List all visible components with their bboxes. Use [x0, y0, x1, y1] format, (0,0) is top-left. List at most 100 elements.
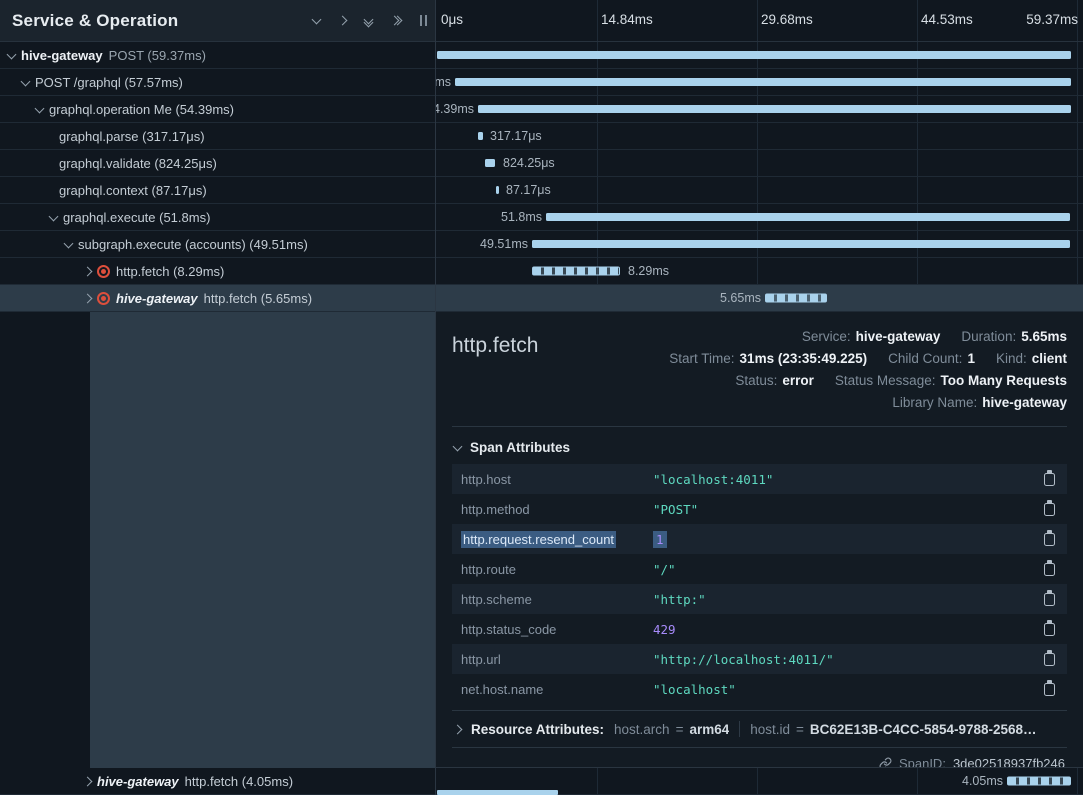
span-duration-bar[interactable]: [437, 51, 1071, 59]
link-icon[interactable]: [879, 757, 892, 768]
attribute-key: http.method: [461, 502, 653, 517]
span-row[interactable]: graphql.execute (51.8ms) 51.8ms: [0, 204, 1083, 231]
span-timeline-cell: 87.17μs: [435, 177, 1083, 203]
caret-down-icon[interactable]: [7, 49, 17, 59]
attribute-value: "http:": [653, 592, 706, 607]
attribute-row[interactable]: http.url "http://localhost:4011/": [452, 644, 1067, 674]
attribute-value: "/": [653, 562, 676, 577]
panel-resize-handle[interactable]: [420, 15, 427, 26]
span-attributes-table: http.host "localhost:4011" http.method "…: [452, 464, 1067, 704]
ruler-tick: 0μs: [441, 12, 463, 27]
span-row[interactable]: http.fetch (8.29ms) 8.29ms: [0, 258, 1083, 285]
resource-attribute: host.arch = arm64: [614, 722, 729, 737]
span-timeline-cell: 5.65ms: [435, 285, 1083, 311]
library-name-label: Library Name:: [892, 392, 977, 414]
span-label: graphql.parse (317.17μs): [59, 129, 205, 144]
span-timeline-cell: 824.25μs: [435, 150, 1083, 176]
span-duration-bar[interactable]: [546, 213, 1070, 221]
span-id-row: SpanID: 3de02518937fb246: [452, 747, 1067, 768]
span-tree-cell: graphql.execute (51.8ms): [0, 204, 435, 230]
attribute-key: http.scheme: [461, 592, 653, 607]
span-duration-bar[interactable]: [1007, 777, 1071, 786]
ruler-tick: 59.37ms: [1026, 12, 1078, 27]
span-duration-bar[interactable]: [765, 294, 827, 303]
resource-attributes-row[interactable]: Resource Attributes: host.arch = arm64 h…: [452, 710, 1067, 747]
span-row[interactable]: subgraph.execute (accounts) (49.51ms) 49…: [0, 231, 1083, 258]
span-duration-bar[interactable]: [455, 78, 1071, 86]
span-timeline-cell: [435, 42, 1083, 68]
caret-down-icon[interactable]: [64, 238, 74, 248]
caret-right-icon[interactable]: [83, 266, 93, 276]
timeline-ruler: 0μs 14.84ms 29.68ms 44.53ms 59.37ms: [435, 0, 1083, 41]
copy-icon[interactable]: [1044, 533, 1055, 546]
span-duration-bar[interactable]: [478, 132, 483, 140]
span-label: graphql.context (87.17μs): [59, 183, 207, 198]
copy-icon[interactable]: [1044, 563, 1055, 576]
copy-icon[interactable]: [1044, 593, 1055, 606]
caret-down-icon: [453, 442, 463, 452]
expand-one-icon[interactable]: [339, 17, 346, 24]
bar-duration-label: 317.17μs: [490, 129, 542, 143]
expand-all-icon[interactable]: [391, 17, 401, 24]
bar-duration-label: 824.25μs: [503, 156, 555, 170]
attribute-row[interactable]: http.host "localhost:4011": [452, 464, 1067, 494]
span-detail-panel: http.fetch Service: hive-gateway Duratio…: [436, 312, 1083, 768]
span-attributes-header[interactable]: Span Attributes: [452, 427, 1067, 464]
attribute-row[interactable]: net.host.name "localhost": [452, 674, 1067, 704]
span-tree-cell: graphql.context (87.17μs): [0, 177, 435, 203]
copy-icon[interactable]: [1044, 683, 1055, 696]
resource-attribute: host.id = BC62E13B-C4CC-5854-9788-2568…: [750, 722, 1036, 737]
attribute-row[interactable]: http.request.resend_count 1: [452, 524, 1067, 554]
span-timeline-cell: 54.39ms: [435, 96, 1083, 122]
collapse-one-icon[interactable]: [313, 18, 320, 23]
span-duration-bar[interactable]: [496, 186, 499, 194]
attribute-key: http.request.resend_count: [461, 532, 653, 547]
span-row[interactable]: graphql.validate (824.25μs) 824.25μs: [0, 150, 1083, 177]
span-duration-bar[interactable]: [437, 790, 558, 795]
resource-separator: [739, 721, 740, 737]
selected-span-expansion-area: [90, 312, 435, 768]
start-time-value: 31ms (23:35:49.225): [740, 348, 868, 370]
caret-right-icon[interactable]: [83, 776, 93, 786]
span-label: http.fetch (5.65ms): [204, 291, 312, 306]
span-row[interactable]: graphql.context (87.17μs) 87.17μs: [0, 177, 1083, 204]
span-duration-bar[interactable]: [478, 105, 1071, 113]
span-row[interactable]: POST /graphql (57.57ms) 57.57ms: [0, 69, 1083, 96]
span-row[interactable]: graphql.parse (317.17μs) 317.17μs: [0, 123, 1083, 150]
copy-icon[interactable]: [1044, 653, 1055, 666]
attribute-row[interactable]: http.method "POST": [452, 494, 1067, 524]
kind-value: client: [1032, 348, 1067, 370]
copy-icon[interactable]: [1044, 473, 1055, 486]
span-duration-bar[interactable]: [532, 240, 1070, 248]
collapse-all-icon[interactable]: [365, 16, 372, 26]
copy-icon[interactable]: [1044, 503, 1055, 516]
header: Service & Operation 0μs 14.84ms 29.68ms …: [0, 0, 1083, 42]
ruler-tick: 44.53ms: [921, 12, 973, 27]
span-duration-bar[interactable]: [532, 267, 620, 276]
span-service: hive-gateway: [97, 774, 179, 789]
error-icon: [97, 292, 110, 305]
span-id-label: SpanID:: [899, 756, 946, 768]
span-row[interactable]: graphql.operation Me (54.39ms) 54.39ms: [0, 96, 1083, 123]
attribute-row[interactable]: http.scheme "http:": [452, 584, 1067, 614]
bar-duration-label: 8.29ms: [628, 264, 669, 278]
attribute-key: http.host: [461, 472, 653, 487]
bar-duration-label: 4.05ms: [962, 774, 1003, 788]
start-time-label: Start Time:: [669, 348, 734, 370]
span-duration-bar[interactable]: [485, 159, 495, 167]
caret-right-icon[interactable]: [83, 293, 93, 303]
caret-down-icon[interactable]: [21, 76, 31, 86]
caret-down-icon[interactable]: [49, 211, 59, 221]
caret-down-icon[interactable]: [35, 103, 45, 113]
span-timeline-cell: 51.8ms: [435, 204, 1083, 230]
attribute-value: "localhost:4011": [653, 472, 773, 487]
attribute-row[interactable]: http.route "/": [452, 554, 1067, 584]
attribute-row[interactable]: http.status_code 429: [452, 614, 1067, 644]
attribute-value: "POST": [653, 502, 698, 517]
span-row[interactable]: hive-gateway POST (59.37ms): [0, 42, 1083, 69]
span-service: hive-gateway: [21, 48, 103, 63]
span-row-selected[interactable]: hive-gateway http.fetch (5.65ms) 5.65ms: [0, 285, 1083, 312]
caret-right-icon: [453, 724, 463, 734]
copy-icon[interactable]: [1044, 623, 1055, 636]
panel-divider[interactable]: [435, 0, 436, 795]
